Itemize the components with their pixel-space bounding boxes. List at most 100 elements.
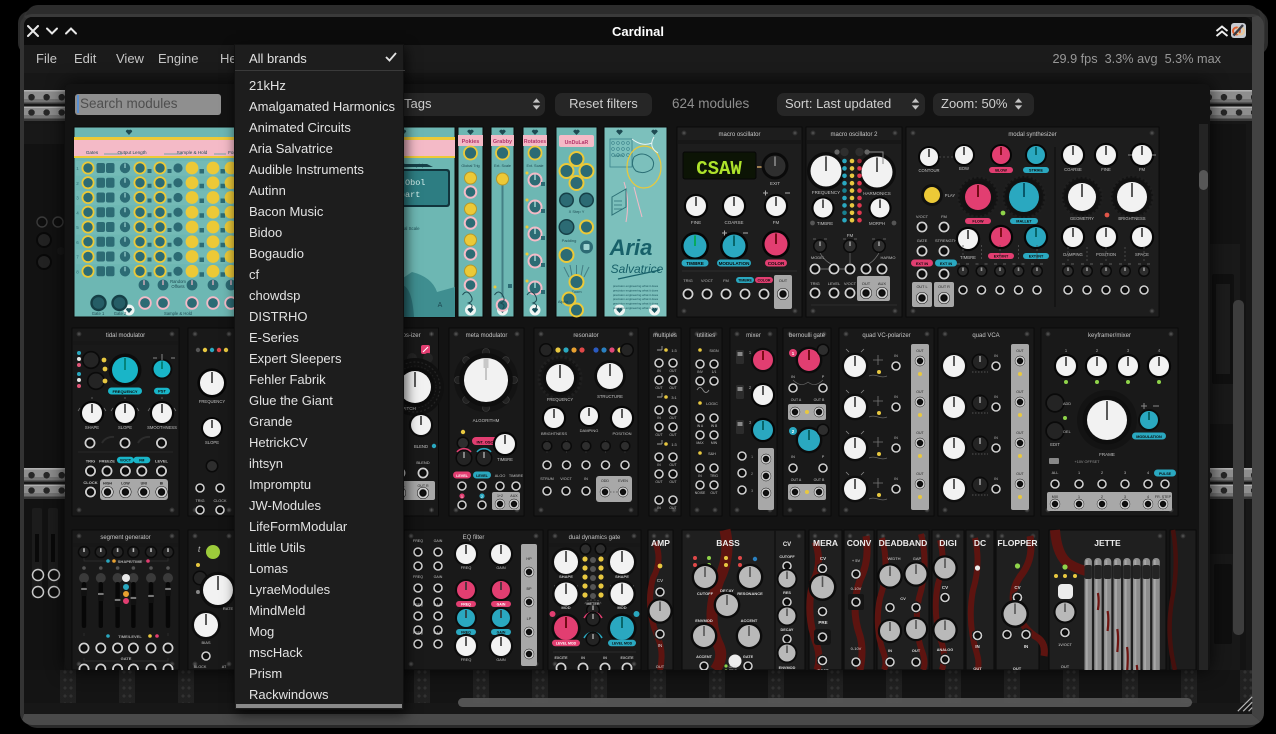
svg-text:FR. STEP: FR. STEP — [1155, 495, 1172, 499]
svg-text:FREQ: FREQ — [413, 539, 423, 543]
svg-text:3:1: 3:1 — [671, 396, 676, 400]
svg-text:OUT: OUT — [779, 278, 788, 283]
svg-text:CV: CV — [942, 585, 948, 590]
svg-text:FM: FM — [723, 278, 729, 283]
svg-text:TIMBRE: TIMBRE — [497, 457, 513, 462]
svg-text:ALGORITHM: ALGORITHM — [473, 418, 500, 423]
svg-text:GAIN: GAIN — [496, 566, 506, 570]
svg-text:MOD: MOD — [617, 605, 626, 610]
svg-text:IN: IN — [657, 416, 661, 420]
svg-text:OUT: OUT — [655, 433, 662, 437]
svg-text:EXCITE: EXCITE — [621, 656, 635, 660]
svg-text:OUT: OUT — [973, 666, 982, 670]
svg-text:EDIT: EDIT — [1050, 442, 1060, 447]
svg-text:ANALOG: ANALOG — [937, 648, 953, 652]
svg-text:IN: IN — [975, 644, 980, 649]
svg-text:OUT A: OUT A — [791, 478, 802, 482]
svg-text:V/OCT: V/OCT — [560, 477, 572, 481]
svg-text:LOW: LOW — [121, 482, 130, 486]
svg-text:OUT: OUT — [669, 463, 676, 467]
svg-text:OUT: OUT — [1016, 472, 1024, 476]
svg-text:OUT: OUT — [656, 664, 665, 669]
svg-text:BRIGHTNESS: BRIGHTNESS — [541, 431, 567, 436]
svg-text:INV: INV — [697, 370, 703, 374]
svg-text:EQ filter: EQ filter — [463, 535, 485, 541]
svg-text:POSITION: POSITION — [612, 431, 631, 436]
svg-text:TRIG: TRIG — [195, 499, 204, 503]
svg-text:IN: IN — [1024, 644, 1029, 649]
svg-text:LEVEL MOD: LEVEL MOD — [556, 642, 577, 646]
svg-text:IN: IN — [657, 506, 661, 510]
svg-text:FREQUENCY: FREQUENCY — [199, 399, 225, 404]
svg-text:FREQUENCY: FREQUENCY — [812, 190, 840, 195]
svg-text:V/OCT: V/OCT — [844, 281, 857, 286]
svg-text:MODULATION: MODULATION — [1136, 435, 1162, 439]
svg-text:ACCENT: ACCENT — [696, 655, 713, 659]
svg-text:1/1: 1/1 — [712, 370, 717, 374]
svg-text:COARSE: COARSE — [724, 220, 743, 225]
svg-text:TIMBRE: TIMBRE — [817, 221, 833, 226]
svg-text:RATE: RATE — [223, 606, 234, 611]
svg-text:V/OCT: V/OCT — [916, 214, 929, 219]
svg-text:IN B: IN B — [711, 424, 718, 428]
svg-text:V/OCT: V/OCT — [701, 278, 714, 283]
svg-text:2: 2 — [751, 472, 753, 476]
svg-text:1: 1 — [1078, 495, 1080, 499]
svg-text:IN: IN — [994, 395, 998, 399]
svg-text:RESONANCE: RESONANCE — [737, 591, 763, 596]
svg-text:OUT B: OUT B — [814, 478, 825, 482]
svg-text:FM: FM — [847, 233, 854, 238]
svg-text:LP: LP — [527, 617, 532, 621]
svg-text:GAP: GAP — [913, 556, 922, 561]
svg-text:IN: IN — [658, 643, 663, 648]
svg-text:CONTOUR: CONTOUR — [918, 168, 939, 173]
svg-text:GAIN: GAIN — [434, 603, 443, 607]
svg-text:MODULATION: MODULATION — [719, 261, 750, 266]
svg-text:IN A: IN A — [697, 424, 704, 428]
svg-text:IN: IN — [791, 375, 795, 379]
svg-text:FREQ: FREQ — [413, 575, 423, 579]
svg-text:FRAME: FRAME — [1099, 452, 1115, 457]
svg-text:Ext. Scale: Ext. Scale — [494, 164, 511, 168]
svg-text:FREQUENCY: FREQUENCY — [112, 389, 137, 394]
svg-text:OUT B: OUT B — [814, 398, 825, 402]
svg-text:tidal modulator: tidal modulator — [106, 333, 145, 339]
svg-text:Offsets: Offsets — [171, 284, 184, 289]
svg-text:OUT: OUT — [669, 369, 676, 373]
svg-text:S&H: S&H — [708, 452, 716, 456]
svg-text:MIX: MIX — [1052, 495, 1059, 499]
svg-text:IN: IN — [657, 369, 661, 373]
svg-text:precision engineering what it: precision engineering what it does — [613, 297, 659, 301]
svg-text:TRIG: TRIG — [729, 669, 737, 670]
svg-text:multiples: multiples — [653, 333, 677, 339]
svg-text:SHAPE: SHAPE — [615, 574, 629, 579]
svg-text:ALGO: ALGO — [495, 474, 506, 478]
svg-text:AT: AT — [222, 665, 227, 669]
svg-text:TRIG: TRIG — [86, 459, 96, 464]
svg-text:FREQUENCY: FREQUENCY — [547, 397, 573, 402]
svg-text:MORPH: MORPH — [869, 221, 885, 226]
svg-text:precision engineering what it: precision engineering what it does — [613, 306, 659, 310]
svg-text:precision engineering what it: precision engineering what it does — [613, 302, 659, 306]
svg-text:GATE: GATE — [743, 655, 754, 659]
svg-text:HARMO: HARMO — [881, 255, 896, 260]
svg-text:Sample & Hold: Sample & Hold — [164, 311, 193, 316]
svg-text:OUT: OUT — [669, 416, 676, 420]
svg-text:PULSE: PULSE — [1159, 472, 1172, 476]
svg-text:macro oscillator: macro oscillator — [718, 132, 760, 138]
svg-text:2: 2 — [481, 495, 483, 499]
svg-text:BOW: BOW — [959, 166, 969, 171]
svg-text:FREQ: FREQ — [461, 630, 471, 634]
svg-text:FINE: FINE — [691, 220, 701, 225]
svg-text:TIMBRE: TIMBRE — [686, 261, 704, 266]
svg-text:utilities: utilities — [697, 333, 715, 339]
svg-text:OUT: OUT — [1016, 390, 1024, 394]
svg-text:Gates: Gates — [86, 150, 99, 155]
svg-text:BLEND: BLEND — [416, 460, 429, 465]
svg-text:Padding: Padding — [562, 238, 577, 243]
svg-text:GAIN: GAIN — [434, 631, 443, 635]
svg-text:MODEL: MODEL — [811, 255, 826, 260]
svg-text:HP: HP — [526, 557, 532, 561]
svg-text:P: P — [822, 375, 825, 379]
svg-text:OUT: OUT — [669, 480, 676, 484]
